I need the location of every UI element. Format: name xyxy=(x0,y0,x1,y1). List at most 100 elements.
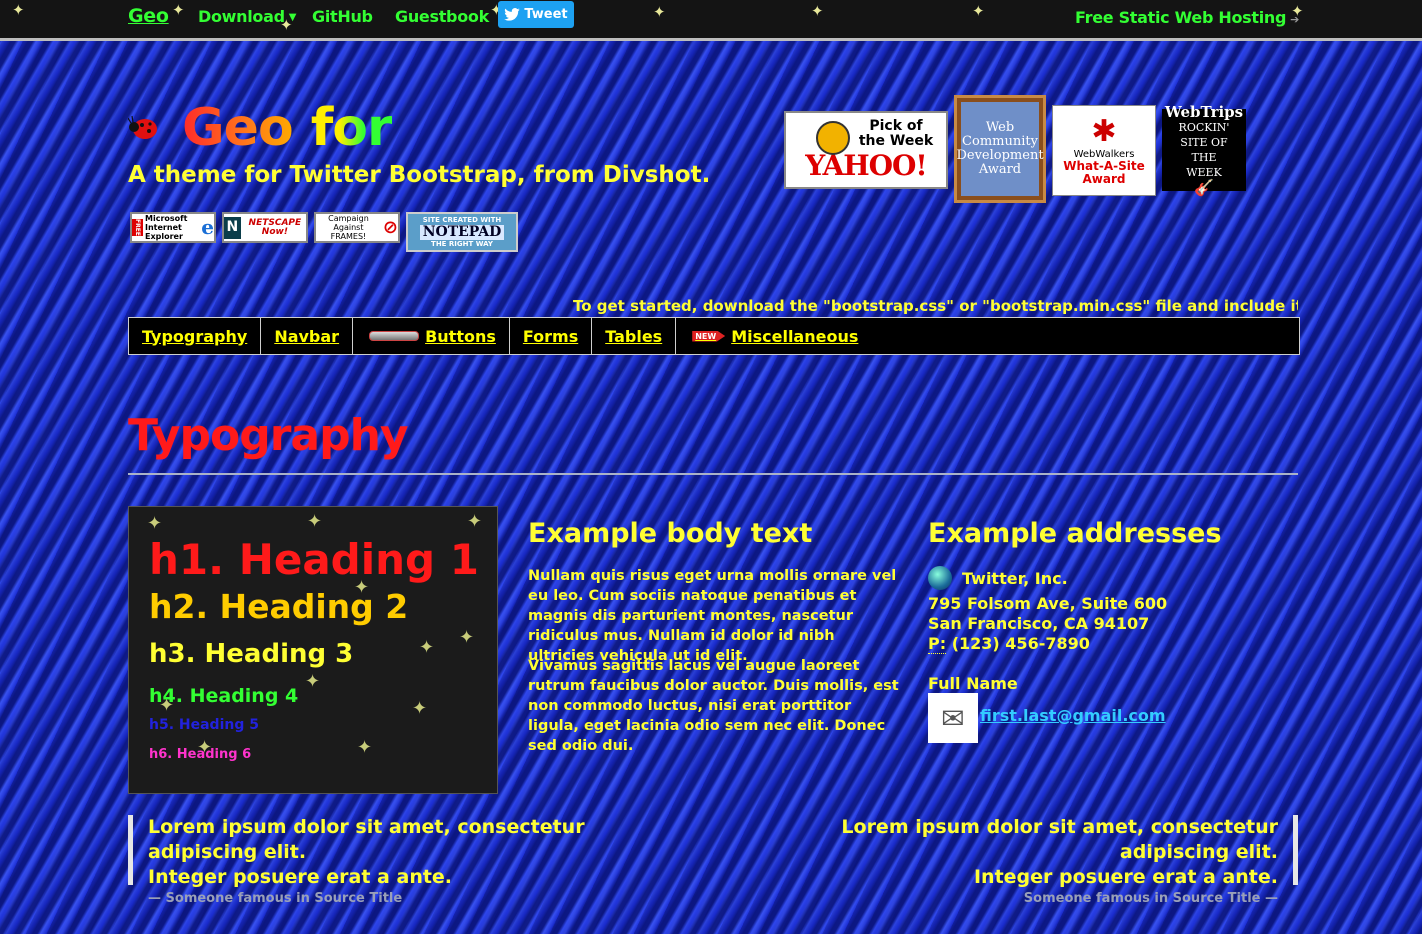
top-navbar: ✦ ✦ ✦ ✦ ✦ ✦ ✦ ✦ Geo Download ▼ GitHub Gue… xyxy=(0,0,1422,41)
quote-right-line1: Lorem ipsum dolor sit amet, consectetur … xyxy=(841,816,1278,863)
frames-badge[interactable]: Campaign Against FRAMES! ⊘ xyxy=(314,212,400,243)
section-divider xyxy=(128,473,1298,475)
body-text-title: Example body text xyxy=(528,518,813,549)
star-icon: ✦ xyxy=(305,671,321,692)
free-label: FREE xyxy=(132,219,143,236)
ladybug-icon xyxy=(128,115,157,139)
star-icon: ✦ xyxy=(653,3,666,21)
section-subnav: Typography Navbar Buttons Forms Tables N… xyxy=(128,317,1300,355)
external-arrow-icon: ➔ xyxy=(1290,13,1300,26)
twitter-bird-icon xyxy=(504,8,521,21)
section-title-typography: Typography xyxy=(128,410,409,461)
mailbox-icon: ✉ xyxy=(928,693,978,743)
new-arrow-icon: NEW xyxy=(692,330,726,342)
site-title: Geo for xyxy=(128,98,410,158)
webwalkers-award[interactable]: ✱ WebWalkers What-A-Site Award xyxy=(1052,105,1156,196)
award-badges: Pick of the Week YAHOO! Web Community De… xyxy=(784,95,1246,203)
phone-number: (123) 456-7890 xyxy=(951,634,1090,653)
heading-4-sample: h4. Heading 4 xyxy=(149,685,299,707)
notepad-badge[interactable]: SITE CREATED WITH NOTEPAD THE RIGHT WAY xyxy=(406,212,518,252)
subnav-misc-label: Miscellaneous xyxy=(731,326,859,346)
heading-3-sample: h3. Heading 3 xyxy=(149,639,354,669)
addresses-title: Example addresses xyxy=(928,518,1222,549)
phone-abbr: P: xyxy=(928,634,947,654)
address-street: 795 Folsom Ave, Suite 600 xyxy=(928,594,1168,613)
browser-badges: FREE Microsoft Internet Explorer e N NET… xyxy=(130,212,518,252)
star-icon: ✦ xyxy=(811,2,824,20)
button-graphic-icon xyxy=(369,331,420,341)
free-hosting-link[interactable]: Free Static Web Hosting ➔ xyxy=(1075,8,1299,27)
star-icon: ✦ xyxy=(419,637,435,658)
star-icon: ✦ xyxy=(307,511,323,532)
yahoo-line2: the Week xyxy=(858,132,934,149)
webtrips-award[interactable]: WebTrips ROCKIN' SITE OF THE WEEK 🎸 xyxy=(1162,105,1246,196)
notepad-mid-label: NOTEPAD xyxy=(419,224,505,240)
download-label: Download xyxy=(198,7,285,26)
download-dropdown[interactable]: Download ▼ xyxy=(198,7,296,26)
subnav-buttons[interactable]: Buttons xyxy=(353,318,510,354)
quote-left-source: — Someone famous in Source Title xyxy=(148,891,403,906)
heading-1-sample: h1. Heading 1 xyxy=(149,535,479,584)
wcd-label: Web Community Development Award xyxy=(956,102,1044,196)
tweet-button[interactable]: Tweet xyxy=(498,1,574,28)
no-frames-icon: ⊘ xyxy=(382,217,398,238)
title-geo: Geo xyxy=(182,98,294,158)
brand-link[interactable]: Geo xyxy=(128,5,169,27)
heading-2-sample: h2. Heading 2 xyxy=(149,587,409,626)
star-icon: ✦ xyxy=(147,513,163,534)
yahoo-line1: Pick of xyxy=(869,117,923,134)
body-paragraph-2: Vivamus sagittis lacus vel augue laoreet… xyxy=(528,658,899,754)
address-city: San Francisco, CA 94107 xyxy=(928,614,1150,633)
wt-title: WebTrips xyxy=(1164,103,1244,121)
subnav-miscellaneous[interactable]: NEW Miscellaneous xyxy=(676,318,871,354)
intro-marquee: To get started, download the "bootstrap.… xyxy=(573,297,1298,315)
subnav-forms[interactable]: Forms xyxy=(510,318,593,354)
heading-6-sample: h6. Heading 6 xyxy=(149,747,252,762)
heading-5-sample: h5. Heading 5 xyxy=(149,717,259,733)
subnav-navbar[interactable]: Navbar xyxy=(261,318,354,354)
quote-left-line1: Lorem ipsum dolor sit amet, consectetur … xyxy=(148,816,585,863)
site-subtitle: A theme for Twitter Bootstrap, from Divs… xyxy=(128,162,711,188)
company-name: Twitter, Inc. xyxy=(928,566,1068,590)
star-icon: ✦ xyxy=(12,1,25,19)
blockquote-right: Lorem ipsum dolor sit amet, consectetur … xyxy=(738,815,1298,906)
star-icon: ✦ xyxy=(467,511,483,532)
guestbook-link[interactable]: Guestbook xyxy=(395,7,489,26)
smiley-icon xyxy=(816,121,850,155)
tweet-label: Tweet xyxy=(524,7,568,22)
blockquote-left: Lorem ipsum dolor sit amet, consectetur … xyxy=(128,815,688,906)
address-phone: P: (123) 456-7890 xyxy=(928,634,1090,654)
netscape-badge-label: NETSCAPE Now! xyxy=(248,217,302,237)
netscape-badge[interactable]: N NETSCAPE Now! xyxy=(222,212,308,243)
full-name: Full Name xyxy=(928,674,1018,693)
netscape-logo-icon: N xyxy=(224,216,241,239)
company-label: Twitter, Inc. xyxy=(962,569,1068,588)
email-link[interactable]: first.last@gmail.com xyxy=(980,706,1166,725)
quote-left-line2: Integer posuere erat a ante. xyxy=(148,866,453,888)
caret-down-icon: ▼ xyxy=(288,12,297,23)
ww-line2: What-A-Site Award xyxy=(1063,159,1145,186)
headings-well: ✦ ✦ ✦ ✦ ✦ ✦ ✦ ✦ ✦ ✦ ✦ h1. Heading 1 h2. … xyxy=(128,506,498,794)
body-paragraph-1: Nullam quis risus eget urna mollis ornar… xyxy=(528,568,897,664)
star-icon: ✦ xyxy=(412,698,428,719)
web-community-award[interactable]: Web Community Development Award xyxy=(954,95,1046,203)
wt-line: ROCKIN' SITE OF THE WEEK xyxy=(1178,121,1230,179)
ie-badge[interactable]: FREE Microsoft Internet Explorer e xyxy=(130,212,216,243)
ie-badge-label: Microsoft Internet Explorer xyxy=(145,214,188,241)
star-icon: ✦ xyxy=(459,627,475,648)
subnav-tables[interactable]: Tables xyxy=(592,318,677,354)
title-for: for xyxy=(310,98,393,158)
quote-right-line2: Integer posuere erat a ante. xyxy=(973,866,1278,888)
yahoo-pick-award[interactable]: Pick of the Week YAHOO! xyxy=(784,111,948,189)
ie-logo-icon: e xyxy=(201,215,214,239)
globe-icon xyxy=(928,566,952,590)
star-icon: ✦ xyxy=(172,1,185,19)
subnav-typography[interactable]: Typography xyxy=(129,318,262,354)
guitar-icon: 🎸 xyxy=(1194,178,1214,197)
github-link[interactable]: GitHub xyxy=(312,7,373,26)
quote-right-source: Someone famous in Source Title — xyxy=(1023,891,1278,906)
hosting-label: Free Static Web Hosting xyxy=(1075,8,1287,27)
star-icon: ✦ xyxy=(972,2,985,20)
yahoo-logo: YAHOO! xyxy=(805,148,927,182)
frames-badge-label: Campaign Against FRAMES! xyxy=(328,214,369,241)
